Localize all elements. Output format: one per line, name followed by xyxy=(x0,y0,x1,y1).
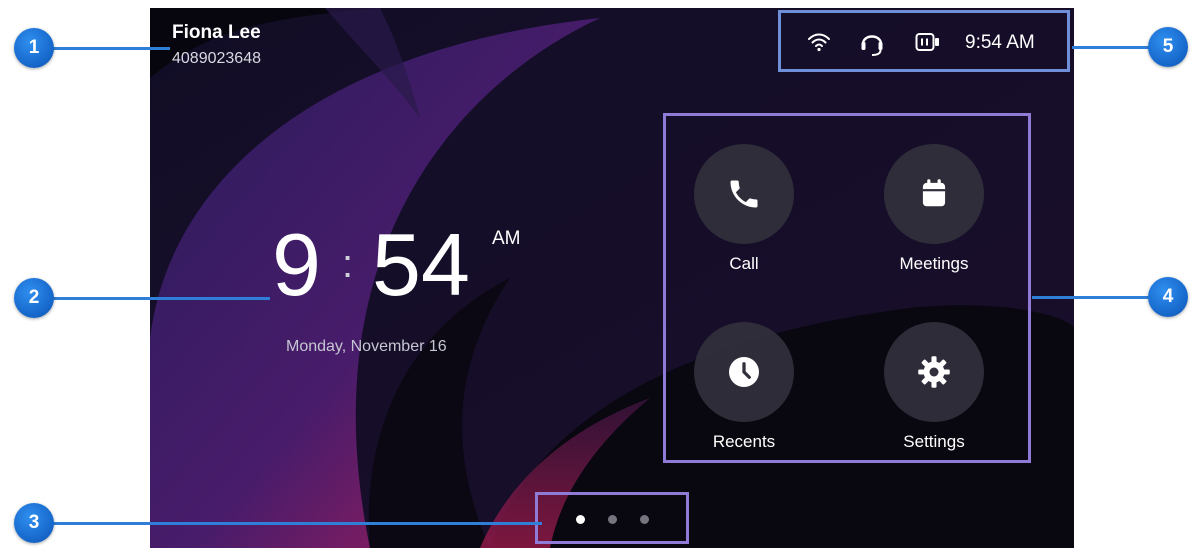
clock-display: 9 : 54 AM xyxy=(272,220,522,320)
page-dot-3[interactable] xyxy=(640,515,649,524)
clock-period: AM xyxy=(492,228,521,249)
callout-2-leader xyxy=(52,297,270,300)
headset-icon[interactable] xyxy=(859,29,885,62)
settings-button[interactable]: Settings xyxy=(864,302,1004,452)
device-icon[interactable] xyxy=(915,32,941,59)
callout-3-leader xyxy=(52,522,542,525)
clock-hour: 9 xyxy=(272,215,321,314)
callout-1-leader xyxy=(52,47,170,50)
recents-button[interactable]: Recents xyxy=(674,302,814,452)
status-time: 9:54 AM xyxy=(965,32,1035,53)
clock-separator: : xyxy=(342,242,354,286)
page-indicator xyxy=(535,492,689,544)
call-button[interactable]: Call xyxy=(674,124,814,274)
page-dot-1[interactable] xyxy=(576,515,585,524)
page-dot-2[interactable] xyxy=(608,515,617,524)
callout-badge-2: 2 xyxy=(14,278,54,318)
device-screen: Fiona Lee 4089023648 9:54 AM 9: 54 AM M… xyxy=(150,8,1074,548)
calendar-icon xyxy=(884,144,984,244)
wifi-icon xyxy=(807,31,831,58)
gear-icon xyxy=(884,322,984,422)
meetings-button[interactable]: Meetings xyxy=(864,124,1004,274)
settings-label: Settings xyxy=(903,432,965,451)
clock-date: Monday, November 16 xyxy=(286,338,447,355)
status-bar-highlight: 9:54 AM xyxy=(778,10,1070,72)
callout-badge-5: 5 xyxy=(1148,27,1188,67)
callout-badge-3: 3 xyxy=(14,503,54,543)
callout-badge-1: 1 xyxy=(14,28,54,68)
user-name: Fiona Lee xyxy=(172,22,261,43)
phone-icon xyxy=(694,144,794,244)
callout-5-leader xyxy=(1072,46,1152,49)
callout-4-leader xyxy=(1032,296,1148,299)
callout-badge-4: 4 xyxy=(1148,277,1188,317)
meetings-label: Meetings xyxy=(899,254,969,273)
annotated-device-screenshot: Fiona Lee 4089023648 9:54 AM 9: 54 AM M… xyxy=(0,0,1196,548)
app-grid: Call Meetings Recents Settings xyxy=(663,113,1031,463)
call-label: Call xyxy=(729,254,759,273)
clock-icon xyxy=(694,322,794,422)
clock-minutes: 54 xyxy=(372,215,470,314)
recents-label: Recents xyxy=(712,432,776,451)
user-number: 4089023648 xyxy=(172,50,261,67)
